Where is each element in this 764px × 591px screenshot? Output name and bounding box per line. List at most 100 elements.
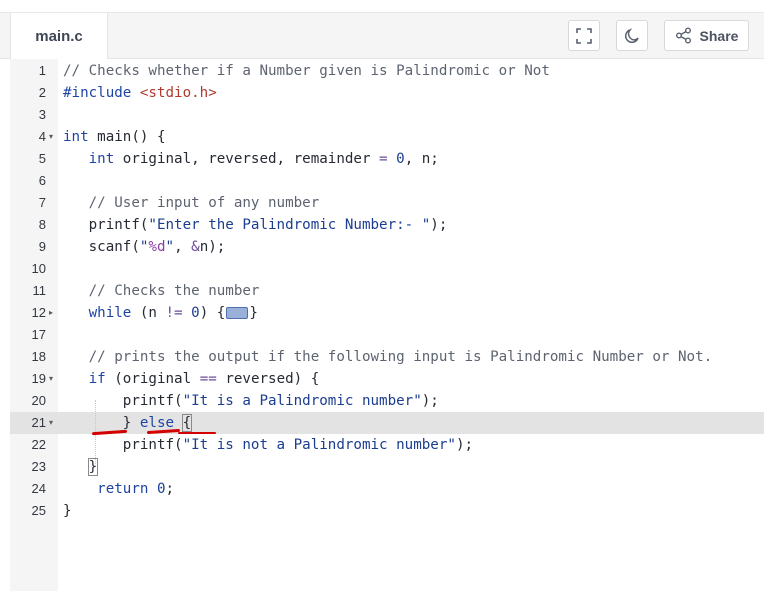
code-token: scanf( (63, 239, 140, 255)
line-number: 18 (31, 349, 46, 364)
code-token: printf( (63, 393, 183, 409)
line-number: 3 (38, 107, 46, 122)
folded-code-icon[interactable] (226, 307, 249, 319)
code-token: printf( (63, 437, 183, 453)
code-token: original, reversed, remainder (114, 151, 380, 167)
code-line[interactable]: 11 // Checks the number (0, 280, 764, 302)
code-token: ); (455, 437, 474, 453)
code-token: ); (421, 393, 439, 409)
code-line[interactable]: 9 scanf("%d", &n); (0, 236, 764, 258)
fold-arrow-down-icon[interactable]: ▾ (46, 412, 56, 434)
line-number: 6 (38, 173, 46, 188)
code-line[interactable]: 20 printf("It is a Palindromic number"); (0, 390, 764, 412)
annotation-underline (178, 432, 216, 434)
code-text: printf("It is not a Palindromic number")… (63, 434, 473, 456)
code-text: while (n != 0) {} (63, 302, 258, 324)
code-text: // User input of any number (63, 192, 320, 214)
code-text: return 0; (63, 478, 174, 500)
code-token: , (174, 239, 192, 255)
line-number: 23 (31, 459, 46, 474)
code-line[interactable]: 6 (0, 170, 764, 192)
code-token: { (181, 414, 193, 432)
line-number: 21 (31, 415, 46, 430)
share-icon (675, 27, 691, 44)
code-token: <stdio.h> (139, 85, 217, 101)
code-token: (n (131, 305, 166, 321)
code-line[interactable]: 7 // User input of any number (0, 192, 764, 214)
share-label: Share (699, 27, 739, 44)
fold-arrow-down-icon[interactable]: ▾ (46, 126, 56, 148)
code-token: 0 (191, 305, 200, 321)
code-token: #include (63, 85, 140, 101)
code-token: == (199, 371, 217, 387)
line-number: 17 (31, 327, 46, 342)
code-line[interactable]: 23 } (0, 456, 764, 478)
code-line[interactable]: 24 return 0; (0, 478, 764, 500)
code-token: ) { (199, 305, 226, 321)
code-line[interactable]: 3 (0, 104, 764, 126)
line-number: 10 (31, 261, 46, 276)
code-text: int main() { (63, 126, 166, 148)
code-token: printf( (63, 217, 149, 233)
code-token: " (165, 239, 175, 255)
line-number: 22 (31, 437, 46, 452)
fullscreen-button[interactable] (568, 20, 600, 51)
fold-arrow-down-icon[interactable]: ▾ (46, 368, 56, 390)
line-number: 19 (31, 371, 46, 386)
code-token: // prints the output if the following in… (88, 349, 713, 365)
code-token: main() { (88, 129, 166, 145)
code-token: "It is a Palindromic number" (182, 393, 422, 409)
code-text: printf("It is a Palindromic number"); (63, 390, 439, 412)
code-line[interactable]: 1 // Checks whether if a Number given is … (0, 60, 764, 82)
code-editor[interactable]: 1 // Checks whether if a Number given is … (0, 59, 764, 591)
fold-arrow-right-icon[interactable]: ▸ (46, 302, 56, 324)
code-token: // Checks the number (88, 283, 260, 299)
code-line[interactable]: 25} (0, 500, 764, 522)
code-token: int (88, 151, 115, 167)
line-number: 7 (38, 195, 46, 210)
code-line[interactable]: 2 #include <stdio.h> (0, 82, 764, 104)
code-text: // Checks the number (63, 280, 260, 302)
code-line[interactable]: 5 int original, reversed, remainder = 0,… (0, 148, 764, 170)
line-number: 20 (31, 393, 46, 408)
code-text: int original, reversed, remainder = 0, n… (63, 148, 439, 170)
line-number: 11 (32, 283, 47, 298)
file-tab-main-c[interactable]: main.c (10, 13, 108, 59)
code-line[interactable]: 8 printf("Enter the Palindromic Number:-… (0, 214, 764, 236)
code-token: , n; (404, 151, 439, 167)
code-token: 0 (396, 151, 405, 167)
line-number: 1 (38, 63, 46, 78)
code-line[interactable]: 18 // prints the output if the following… (0, 346, 764, 368)
code-token: } (249, 305, 258, 321)
line-number: 4 (38, 129, 46, 144)
code-token: // Checks whether if a Number given is P… (63, 63, 550, 79)
code-line[interactable]: 10 (0, 258, 764, 280)
line-number: 12 (31, 305, 46, 320)
fullscreen-icon (576, 27, 592, 44)
code-token: } (87, 458, 99, 476)
code-line[interactable]: 19 ▾ if (original == reversed) { (0, 368, 764, 390)
code-token: ); (430, 217, 448, 233)
code-text: } (63, 500, 72, 522)
file-tab-label: main.c (35, 27, 83, 45)
code-token: if (88, 371, 106, 387)
code-token: return (97, 481, 149, 497)
line-number: 24 (31, 481, 46, 496)
dark-mode-moon-icon (624, 27, 639, 43)
code-line[interactable]: 17 (0, 324, 764, 346)
code-text: printf("Enter the Palindromic Number:- "… (63, 214, 448, 236)
code-line[interactable]: 12 ▸ while (n != 0) {} (0, 302, 764, 324)
code-token: & (191, 239, 200, 255)
code-line[interactable]: 4 ▾ int main() { (0, 126, 764, 148)
code-line[interactable]: 22 printf("It is not a Palindromic numbe… (0, 434, 764, 456)
line-number: 2 (38, 85, 46, 100)
dark-mode-button[interactable] (616, 20, 648, 51)
share-button[interactable]: Share (664, 20, 749, 51)
line-number: 5 (38, 151, 46, 166)
